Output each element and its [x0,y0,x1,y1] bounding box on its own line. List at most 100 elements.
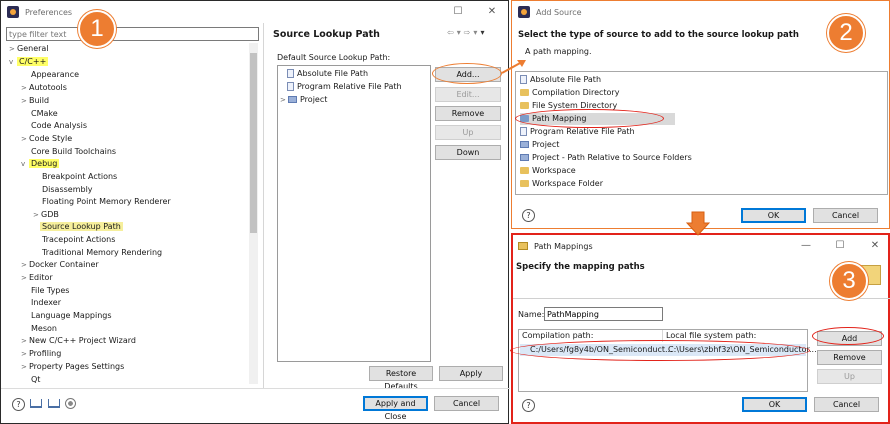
mapping-add-highlight [812,327,884,345]
tree-item-tracepoint-actions[interactable]: Tracepoint Actions [42,234,115,246]
down-button[interactable]: Down [435,145,501,160]
tree-item-language-mappings[interactable]: Language Mappings [31,310,112,322]
tree-item-core-build[interactable]: Core Build Toolchains [31,146,116,158]
back-arrow-icon[interactable]: ⇦ [447,28,457,37]
source-type-project[interactable]: Project [520,139,559,151]
dropdown-icon[interactable]: ▾ [457,28,464,37]
chevron-right-icon[interactable]: > [21,272,29,284]
filter-input[interactable] [6,27,259,41]
path-mappings-title: Path Mappings [534,241,593,251]
preferences-tree: > General v C/C++ Appearance > Autotools > B… [1,43,249,384]
list-item-project[interactable]: > Project [280,94,327,106]
chevron-down-icon[interactable]: v [9,56,17,68]
step-3-callout: 3 [830,262,868,300]
tree-item-editor[interactable]: > Editor [21,272,53,284]
add-source-cancel-button[interactable]: Cancel [813,208,878,223]
menu-icon[interactable]: ▾ [480,28,487,37]
tree-item-docker[interactable]: > Docker Container [21,259,99,271]
tree-item-profiling[interactable]: > Profiling [21,348,61,360]
record-icon[interactable] [65,398,76,409]
tree-item-autotools[interactable]: > Autotools [21,82,67,94]
source-type-absolute[interactable]: Absolute File Path [520,74,601,86]
help-icon[interactable]: ? [522,209,535,222]
arrow-down-to-path-mappings [686,211,710,236]
minimize-button[interactable]: — [799,239,813,253]
file-icon [287,82,294,91]
column-header-local[interactable]: Local file system path: [666,331,756,340]
tree-item-file-types[interactable]: File Types [31,285,69,297]
source-type-workspace-folder[interactable]: Workspace Folder [520,178,603,190]
list-item-absolute[interactable]: Absolute File Path [287,68,368,80]
add-source-ok-button[interactable]: OK [741,208,806,223]
tree-item-property-pages[interactable]: > Property Pages Settings [21,361,124,373]
help-icon[interactable]: ? [12,398,25,411]
tree-item-breakpoint-actions[interactable]: Breakpoint Actions [42,171,117,183]
chevron-right-icon[interactable]: > [21,82,29,94]
page-title: Source Lookup Path [273,29,380,40]
help-icon[interactable]: ? [522,399,535,412]
tree-item-debug[interactable]: v Debug [21,158,60,170]
chevron-right-icon[interactable]: > [21,259,29,271]
file-icon [520,127,527,136]
name-field[interactable] [544,307,663,321]
chevron-right-icon[interactable]: > [9,43,17,55]
tree-item-cpp[interactable]: v C/C++ [9,56,49,68]
close-button[interactable]: ✕ [485,5,499,19]
tree-item-new-project-wizard[interactable]: > New C/C++ Project Wizard [21,335,136,347]
step-1-callout: 1 [78,10,116,48]
source-type-project-path-relative[interactable]: Project - Path Relative to Source Folder… [520,152,692,164]
export-icon[interactable] [48,399,60,408]
import-icon[interactable] [30,399,42,408]
up-button[interactable]: Up [435,125,501,140]
maximize-button[interactable]: ☐ [451,5,465,19]
cancel-button[interactable]: Cancel [434,396,499,411]
project-icon [288,96,297,103]
restore-defaults-button[interactable]: Restore Defaults [369,366,433,391]
name-label: Name: [518,310,545,319]
tree-item-meson[interactable]: Meson [31,323,57,335]
chevron-right-icon[interactable]: > [21,348,29,360]
tree-item-indexer[interactable]: Indexer [31,297,61,309]
chevron-right-icon[interactable]: > [21,133,29,145]
mapping-up-button[interactable]: Up [817,369,882,384]
tree-item-gdb[interactable]: > GDB [33,209,59,221]
chevron-right-icon[interactable]: > [21,95,29,107]
tree-item-disassembly[interactable]: Disassembly [42,184,93,196]
tree-scrollbar-thumb[interactable] [250,53,257,233]
tree-item-code-analysis[interactable]: Code Analysis [31,120,87,132]
edit-button[interactable]: Edit... [435,87,501,102]
tree-item-general[interactable]: > General [9,43,49,55]
chevron-right-icon[interactable]: > [21,361,29,373]
apply-button[interactable]: Apply [439,366,503,381]
eclipse-icon [518,6,530,18]
tree-item-source-lookup-path[interactable]: Source Lookup Path [40,221,123,233]
column-header-compilation[interactable]: Compilation path: [522,331,593,340]
chevron-right-icon[interactable]: > [33,209,41,221]
chevron-down-icon[interactable]: v [21,158,29,170]
close-button[interactable]: ✕ [868,239,882,253]
remove-button[interactable]: Remove [435,106,501,121]
path-mappings-cancel-button[interactable]: Cancel [814,397,879,412]
source-type-compilation-dir[interactable]: Compilation Directory [520,87,619,99]
tree-item-code-style[interactable]: > Code Style [21,133,72,145]
tree-item-floating-point[interactable]: Floating Point Memory Renderer [42,196,171,208]
maximize-button[interactable]: ☐ [833,239,847,253]
panel-divider[interactable] [263,23,264,388]
forward-arrow-icon[interactable]: ⇨ [464,28,474,37]
apply-and-close-button[interactable]: Apply and Close [363,396,428,421]
tree-item-qt[interactable]: Qt [31,374,40,386]
tree-item-cmake[interactable]: CMake [31,108,58,120]
path-mappings-ok-button[interactable]: OK [742,397,807,412]
source-type-workspace[interactable]: Workspace [520,165,576,177]
list-item-program-relative[interactable]: Program Relative File Path [287,81,402,93]
tree-item-traditional-memory[interactable]: Traditional Memory Rendering [42,247,162,259]
file-icon [287,69,294,78]
tree-scrollbar[interactable] [249,43,258,384]
tree-item-build[interactable]: > Build [21,95,49,107]
folder-icon [520,180,529,187]
mapping-remove-button[interactable]: Remove [817,350,882,365]
folder-icon [520,89,529,96]
tree-item-appearance[interactable]: Appearance [31,69,79,81]
chevron-right-icon[interactable]: > [21,335,29,347]
chevron-right-icon[interactable]: > [280,94,288,106]
